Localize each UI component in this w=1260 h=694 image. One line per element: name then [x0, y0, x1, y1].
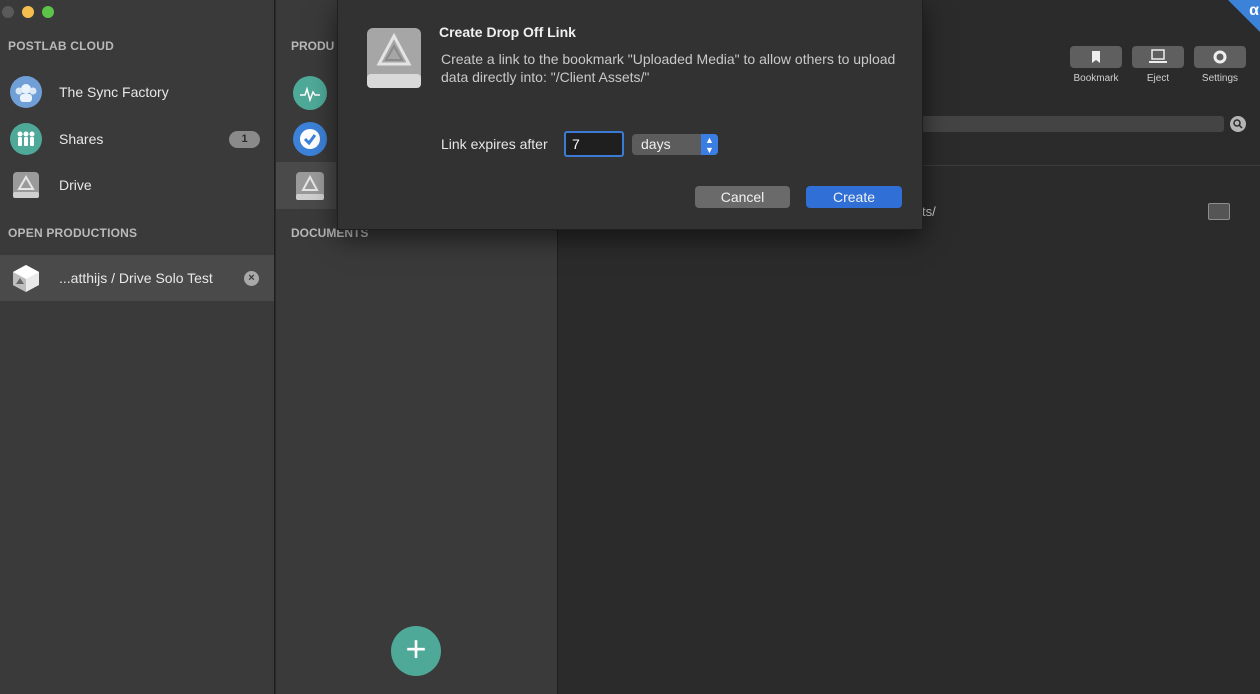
zoom-window-button[interactable]	[42, 6, 54, 18]
close-production-icon[interactable]: ×	[244, 271, 259, 286]
upload-folder-icon[interactable]	[1208, 203, 1230, 220]
sidebar: POSTLAB CLOUD The Sync Factory Shares 1 …	[0, 0, 275, 694]
expires-label: Link expires after	[441, 136, 548, 152]
dialog-message: Create a link to the bookmark "Uploaded …	[441, 51, 896, 85]
section-postlab-cloud: POSTLAB CLOUD	[8, 39, 114, 53]
drive-row-selected[interactable]	[276, 162, 336, 209]
section-productions: PRODU	[291, 39, 335, 53]
dialog-title: Create Drop Off Link	[439, 24, 576, 40]
drive-icon	[10, 169, 42, 201]
postlab-window: POSTLAB CLOUD The Sync Factory Shares 1 …	[0, 0, 1260, 694]
bookmark-label: Bookmark	[1073, 73, 1119, 84]
sidebar-item-shares[interactable]: Shares 1	[0, 116, 274, 162]
expires-unit-value: days	[641, 136, 671, 152]
settings-button[interactable]	[1194, 46, 1246, 68]
open-production-item[interactable]: ...atthijs / Drive Solo Test ×	[0, 255, 274, 301]
activity-icon[interactable]	[293, 76, 327, 110]
folder-path-text: ts/	[922, 204, 936, 219]
shares-count-badge: 1	[229, 131, 260, 148]
create-drop-off-link-dialog: Create Drop Off Link Create a link to th…	[337, 0, 923, 230]
team-avatar-icon	[10, 76, 42, 108]
expires-unit-select[interactable]: days ▲ ▼	[632, 134, 718, 155]
settings-label: Settings	[1201, 73, 1239, 84]
window-controls	[2, 6, 54, 18]
create-button[interactable]: Create	[806, 186, 902, 208]
eject-button[interactable]	[1132, 46, 1184, 68]
search-icon[interactable]	[1230, 116, 1246, 132]
minimize-window-button[interactable]	[22, 6, 34, 18]
sidebar-item-drive[interactable]: Drive	[0, 162, 274, 208]
sidebar-item-sync-factory[interactable]: The Sync Factory	[0, 69, 274, 115]
drive-icon	[365, 26, 423, 90]
drive-icon	[293, 169, 327, 203]
sidebar-item-label: Shares	[59, 131, 104, 147]
eject-label: Eject	[1146, 73, 1170, 84]
cancel-button[interactable]: Cancel	[695, 186, 790, 208]
bookmark-button[interactable]	[1070, 46, 1122, 68]
add-document-button[interactable]: +	[391, 626, 441, 676]
production-cube-icon	[10, 262, 42, 294]
tasks-check-icon[interactable]	[293, 122, 327, 156]
search-input[interactable]	[922, 116, 1224, 132]
alpha-corner-text: α	[1249, 2, 1259, 19]
sidebar-item-label: Drive	[59, 177, 92, 193]
sidebar-item-label: The Sync Factory	[59, 84, 169, 100]
shares-icon	[10, 123, 42, 155]
open-production-label: ...atthijs / Drive Solo Test	[59, 270, 213, 286]
section-open-productions: OPEN PRODUCTIONS	[8, 226, 138, 240]
close-window-button[interactable]	[2, 6, 14, 18]
expires-value-input[interactable]	[564, 131, 624, 157]
stepper-chevrons-icon: ▲ ▼	[701, 134, 718, 155]
